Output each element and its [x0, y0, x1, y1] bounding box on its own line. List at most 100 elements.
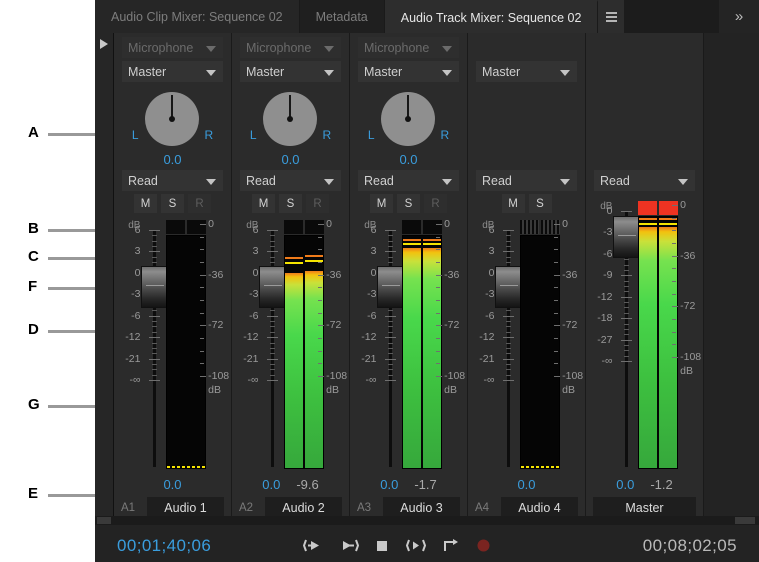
record-arm-button-a1[interactable]: R [188, 194, 211, 213]
output-select-a1[interactable]: Master [122, 61, 223, 82]
annotation-label-e: E [28, 485, 39, 502]
clip-indicator-left[interactable] [638, 201, 658, 215]
pan-area-master [586, 82, 703, 170]
automation-mode-select-a1[interactable]: Read [122, 170, 223, 191]
meter-bar-left[interactable] [403, 236, 422, 468]
mute-solo-record-row-a2: MSR [240, 194, 341, 213]
track-number-a2[interactable]: A2 [239, 502, 259, 514]
annotation-label-a: A [28, 124, 39, 141]
play-in-to-out-icon[interactable] [405, 538, 427, 553]
solo-button-a1[interactable]: S [161, 194, 184, 213]
pan-right-label: R [322, 128, 332, 142]
input-select-placeholder-a4 [476, 37, 577, 58]
pan-area-a4 [468, 82, 585, 170]
track-number-a4[interactable]: A4 [475, 502, 495, 514]
meter-scale-tick: 0 [562, 218, 568, 230]
mute-button-a4[interactable]: M [501, 194, 525, 213]
pan-knob-a1[interactable] [144, 92, 199, 146]
clip-indicator-left[interactable] [166, 220, 186, 234]
record-arm-button-a3[interactable]: R [424, 194, 447, 213]
meter-scale-tickmark [200, 274, 207, 276]
automation-mode-select-a4[interactable]: Read [476, 170, 577, 191]
output-select-a2[interactable]: Master [240, 61, 341, 82]
gain-value-a3[interactable]: 0.0 [380, 477, 398, 492]
meter-bar-left[interactable] [285, 236, 304, 468]
output-select-a3[interactable]: Master [358, 61, 459, 82]
record-arm-button-a2[interactable]: R [306, 194, 329, 213]
gain-value-a4[interactable]: 0.0 [517, 477, 535, 492]
meter-scale-tickmark [672, 205, 679, 206]
loop-icon[interactable] [443, 538, 460, 553]
mute-button-a3[interactable]: M [370, 194, 393, 213]
automation-area-a3: Read M S R [350, 170, 467, 213]
meter-bar-left[interactable] [167, 236, 186, 468]
fader-scale-tick: -3 [131, 288, 141, 301]
meter-scale-minor-tickmark [318, 236, 323, 238]
pan-value-a2[interactable]: 0.0 [281, 152, 299, 167]
meter-bar-left[interactable] [521, 236, 540, 468]
tab-overflow-button[interactable]: » [719, 0, 759, 33]
clip-indicator-left[interactable] [284, 220, 304, 234]
meter-bar-left[interactable] [639, 217, 658, 468]
expand-effects-toggle[interactable] [95, 33, 114, 525]
peak-value-master[interactable]: -1.2 [650, 477, 672, 492]
meter-scale-tick: 0 [444, 218, 450, 230]
mute-solo-record-row-a4: MS [476, 194, 577, 213]
timecode-out[interactable]: 00;08;02;05 [643, 536, 737, 556]
clip-indicator-left[interactable] [520, 220, 540, 234]
tab-audio-track-mixer[interactable]: Audio Track Mixer: Sequence 02 [384, 0, 599, 33]
clip-indicator-left[interactable] [402, 220, 422, 234]
meter-scale-tickmark [672, 306, 679, 308]
triangle-right-icon [100, 39, 108, 49]
meter-scale-tick: -36 [444, 268, 460, 281]
tab-audio-clip-mixer[interactable]: Audio Clip Mixer: Sequence 02 [95, 0, 300, 33]
meter-scale-tickmark [200, 224, 207, 225]
pan-knob-row: LR [132, 92, 213, 146]
automation-mode-select-a2[interactable]: Read [240, 170, 341, 191]
mute-button-a2[interactable]: M [252, 194, 275, 213]
gain-value-master[interactable]: 0.0 [616, 477, 634, 492]
pan-knob-a3[interactable] [380, 92, 435, 146]
meter-peak-indicator-secondary [285, 257, 304, 260]
panel-menu-button[interactable] [598, 0, 625, 33]
routing-selects-a1: Microphone Master [114, 33, 231, 82]
tab-metadata[interactable]: Metadata [299, 0, 385, 33]
track-number-a1[interactable]: A1 [121, 502, 141, 514]
input-select-a2[interactable]: Microphone [240, 37, 341, 58]
output-select-a4[interactable]: Master [476, 61, 577, 82]
peak-value-a3[interactable]: -1.7 [414, 477, 436, 492]
meter-peak-indicator [285, 261, 304, 264]
automation-mode-select-master[interactable]: Read [594, 170, 695, 191]
automation-mode-select-a3[interactable]: Read [358, 170, 459, 191]
pan-knob-a2[interactable] [262, 92, 317, 146]
channel-strip-a3: Microphone Master L R 0.0 Read M S RdB 6 3 0 -3 -6 -12… [350, 33, 468, 525]
meter-scale-minor-tickmark [554, 312, 559, 314]
go-to-in-point-icon[interactable] [303, 538, 323, 553]
solo-button-a3[interactable]: S [397, 194, 420, 213]
gain-value-a1[interactable]: 0.0 [163, 477, 181, 492]
pan-knob-hub [286, 116, 293, 122]
meter-scale-tickmark [318, 325, 325, 327]
stop-icon[interactable] [375, 539, 389, 553]
meter-scale-minor-tickmark [436, 249, 441, 251]
solo-button-a4[interactable]: S [528, 194, 552, 213]
meter-scale-minor-tickmark [436, 363, 441, 365]
input-select-a3[interactable]: Microphone [358, 37, 459, 58]
gain-value-a2[interactable]: 0.0 [262, 477, 280, 492]
fader-scale-tick: -∞ [483, 374, 495, 386]
go-to-out-point-icon[interactable] [339, 538, 360, 553]
horizontal-scrollbar[interactable] [95, 516, 759, 525]
solo-button-a2[interactable]: S [279, 194, 302, 213]
input-select-a1[interactable]: Microphone [122, 37, 223, 58]
meter-scale-minor-tickmark [436, 350, 441, 352]
meter-fader-area-master: dB 0 -3 -6 -9 -12 -18 -27 -∞ 0 -36 -72 -108 dB [586, 194, 703, 473]
meter-scale-minor-tickmark [554, 249, 559, 251]
pan-value-a3[interactable]: 0.0 [399, 152, 417, 167]
pan-value-a1[interactable]: 0.0 [163, 152, 181, 167]
track-number-a3[interactable]: A3 [357, 502, 377, 514]
record-icon[interactable] [476, 538, 491, 553]
fader-scale-tick: -3 [485, 288, 495, 301]
peak-value-a2[interactable]: -9.6 [296, 477, 318, 492]
mute-button-a1[interactable]: M [134, 194, 157, 213]
timecode-in[interactable]: 00;01;40;06 [117, 536, 211, 556]
